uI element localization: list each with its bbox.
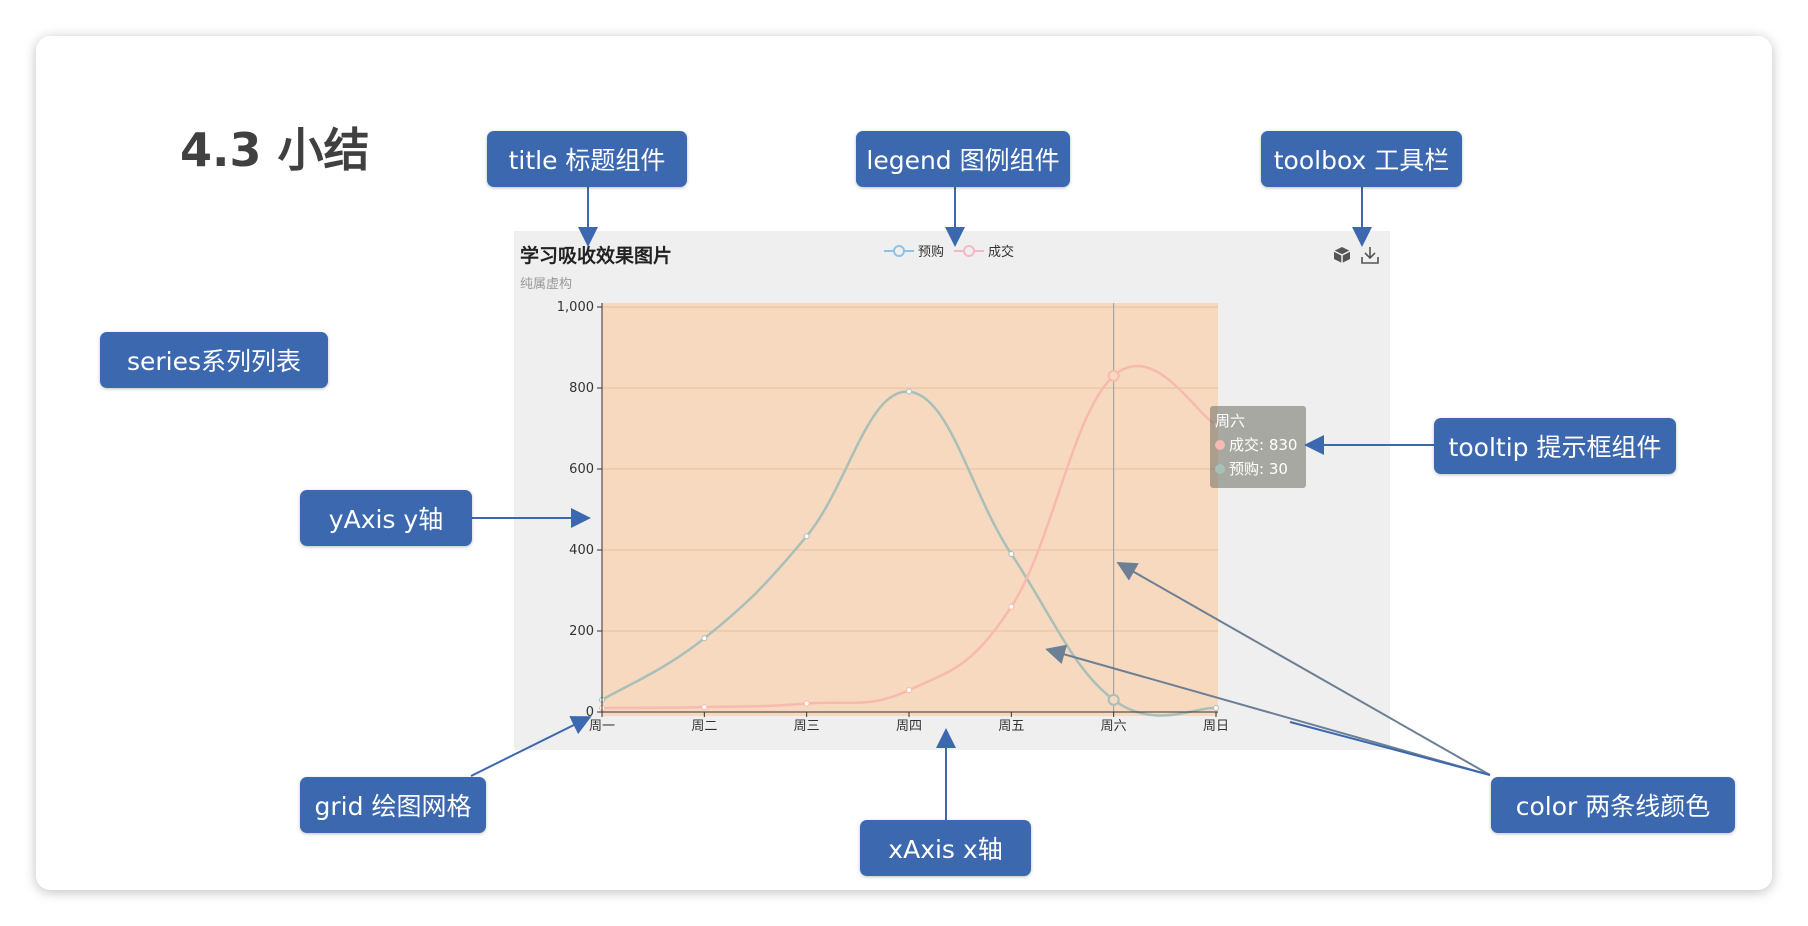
y-tick-label: 0: [586, 705, 594, 720]
tooltip-row: 成交: 830: [1215, 434, 1301, 455]
series-point: [701, 635, 708, 642]
tooltip-row: 预购: 30: [1215, 458, 1301, 479]
grid-background: [602, 303, 1218, 716]
chart-area: 学习吸收效果图片 纯属虚构 预购 成交 0 200 400 600 800 1,…: [514, 231, 1390, 750]
callout-legend: legend 图例组件: [856, 131, 1070, 187]
callout-xaxis: xAxis x轴: [860, 820, 1031, 876]
y-tick-label: 200: [569, 624, 594, 639]
tooltip-dot-chengjiao: [1215, 439, 1225, 450]
callout-grid: grid 绘图网格: [300, 777, 486, 833]
slide-title: 4.3 小结: [180, 123, 370, 177]
x-tick-label: 周四: [896, 719, 922, 734]
y-tick-label: 800: [569, 381, 594, 396]
callout-color: color 两条线颜色: [1491, 777, 1735, 833]
x-tick-label: 周二: [691, 719, 717, 734]
series-point: [803, 700, 810, 707]
callout-toolbox: toolbox 工具栏: [1261, 131, 1462, 187]
plot-svg: 0 200 400 600 800 1,000 周一 周二 周三 周四 周五 周六 周日: [557, 300, 1229, 734]
series-point: [1008, 603, 1015, 610]
series-point: [1008, 551, 1015, 558]
x-tick-label: 周一: [589, 719, 615, 734]
callout-series: series系列列表: [100, 332, 328, 388]
x-tick-label: 周日: [1203, 719, 1229, 734]
series-point: [1213, 704, 1219, 711]
series-point: [1107, 369, 1120, 382]
x-tick-label: 周三: [794, 719, 820, 734]
callout-title: title 标题组件: [487, 131, 687, 187]
tooltip-row-label: 预购: 30: [1229, 460, 1288, 478]
series-point: [906, 388, 912, 395]
series-point: [906, 687, 912, 694]
series-point: [701, 704, 708, 711]
tooltip-dot-yugou: [1215, 463, 1225, 474]
y-tick-label: 600: [569, 462, 594, 477]
series-point: [803, 533, 810, 540]
tooltip-row-label: 成交: 830: [1229, 436, 1298, 454]
y-tick-label: 400: [569, 543, 594, 558]
series-point: [1107, 693, 1120, 706]
y-tick-label: 1,000: [557, 300, 594, 315]
x-tick-label: 周六: [1101, 719, 1127, 734]
chart-tooltip: 周六 成交: 830 预购: 30: [1210, 406, 1306, 488]
callout-yaxis: yAxis y轴: [300, 490, 472, 546]
x-tick-label: 周五: [998, 719, 1024, 734]
callout-tooltip: tooltip 提示框组件: [1434, 418, 1676, 474]
tooltip-title: 周六: [1215, 412, 1246, 430]
